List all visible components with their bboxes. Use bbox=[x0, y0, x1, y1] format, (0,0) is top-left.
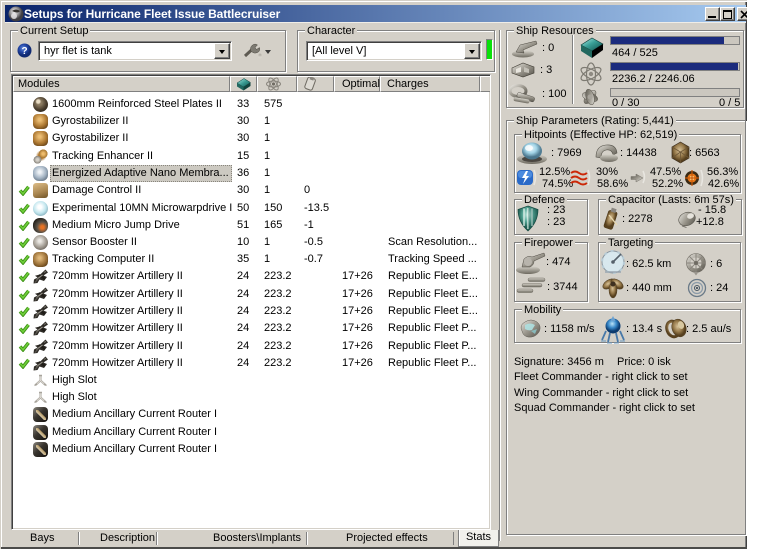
svg-text:?: ? bbox=[21, 46, 27, 57]
